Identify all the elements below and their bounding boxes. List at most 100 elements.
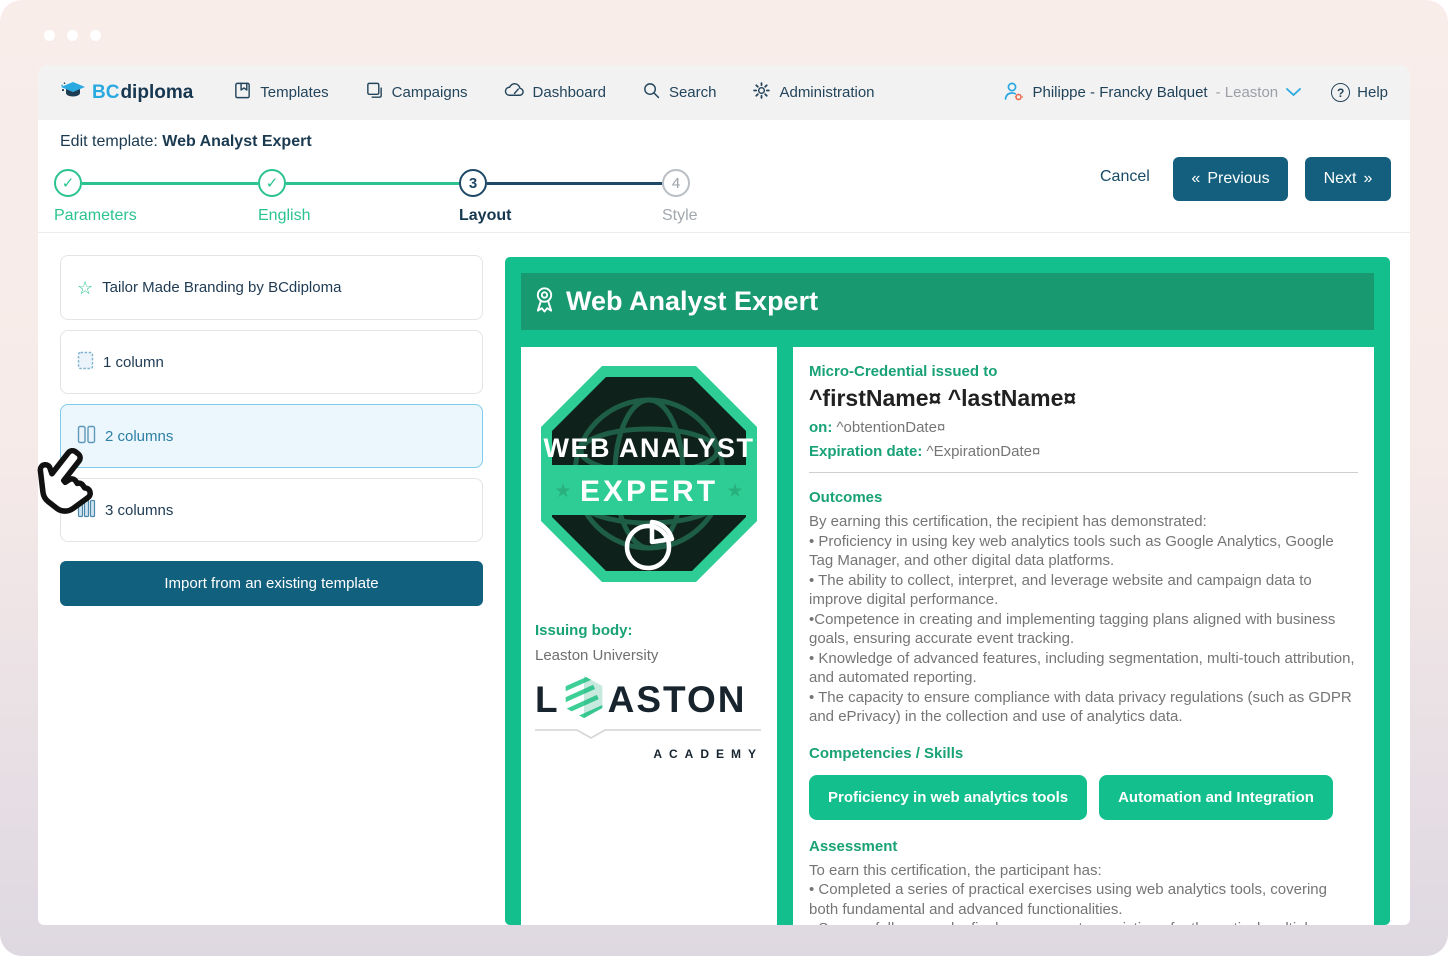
two-columns-icon [77,425,96,448]
import-template-button[interactable]: Import from an existing template [60,561,483,606]
preview-header: Web Analyst Expert [521,273,1374,330]
nav-item-templates[interactable]: Templates [233,81,328,104]
credential-badge: WEB ANALYST ★ ★ EXPERT [536,361,762,592]
stepper-line [487,182,662,185]
gear-icon [752,81,771,104]
check-icon: ✓ [62,174,75,192]
window-dot[interactable] [44,30,55,41]
competency-tag[interactable]: Proficiency in web analytics tools [809,775,1087,820]
nav-item-label: Templates [260,84,328,101]
next-button[interactable]: Next » [1305,157,1391,201]
user-gear-icon [1001,79,1025,107]
star-icon: ☆ [77,279,93,297]
on-value: ^obtentionDate¤ [837,419,946,436]
step-number: 3 [469,175,477,192]
step-label-english[interactable]: English [258,207,310,225]
competency-tag[interactable]: Automation and Integration [1099,775,1333,820]
help-label: Help [1357,84,1388,101]
dashboard-icon [504,81,525,104]
step-label-layout[interactable]: Layout [459,207,511,225]
desktop-background: BC diploma Templates [0,0,1448,956]
nav-right: Philippe - Francky Balquet - Leaston ? H… [1001,79,1389,107]
nav-item-label: Campaigns [392,84,468,101]
option-2-columns[interactable]: 2 columns [60,404,483,468]
step-parameters-circle[interactable]: ✓ [54,169,82,197]
app-window: BC diploma Templates [38,65,1410,925]
campaigns-icon [365,81,384,104]
next-label: Next [1324,170,1357,188]
cancel-button[interactable]: Cancel [1100,168,1150,186]
step-number: 4 [672,175,680,192]
edit-template-prefix: Edit template: [60,133,162,150]
window-dot[interactable] [67,30,78,41]
page-title: Edit template: Web Analyst Expert [60,133,312,151]
competency-tags: Proficiency in web analytics tools Autom… [809,775,1358,820]
bcdiploma-logo[interactable]: BC diploma [60,80,193,105]
option-label: 2 columns [105,428,173,445]
nav-item-dashboard[interactable]: Dashboard [504,81,606,104]
check-icon: ✓ [266,174,279,192]
stepper-line [82,182,258,185]
step-label-style[interactable]: Style [662,207,698,225]
assessment-heading: Assessment [809,838,1358,855]
step-layout-circle[interactable]: 3 [459,169,487,197]
option-tailor-made-branding[interactable]: ☆ Tailor Made Branding by BCdiploma [60,255,483,320]
help-button[interactable]: ? Help [1331,83,1388,102]
preview-title: Web Analyst Expert [566,286,818,317]
nav-item-label: Dashboard [533,84,606,101]
step-label-parameters[interactable]: Parameters [54,207,137,225]
search-icon [642,81,661,104]
user-org: - Leaston [1216,84,1279,101]
option-label: 3 columns [105,502,173,519]
user-name: Philippe - Francky Balquet [1033,84,1208,101]
window-dot[interactable] [90,30,101,41]
option-label: 1 column [103,354,164,371]
obtention-date-line: on: ^obtentionDate¤ [809,419,1358,436]
logo-word-aston: ASTON [608,679,747,721]
nav-item-label: Search [669,84,717,101]
nav-items: Templates Campaigns [233,81,874,104]
issued-to-heading: Micro-Credential issued to [809,363,1358,380]
option-3-columns[interactable]: 3 columns [60,478,483,542]
preview-columns: WEB ANALYST ★ ★ EXPERT Issuing body: [521,347,1374,925]
chevron-down-icon [1286,84,1301,101]
stepper-line [286,182,459,185]
logo-ribbon-line [535,727,763,745]
window-controls[interactable] [44,30,101,41]
outcomes-heading: Outcomes [809,489,1358,506]
one-column-icon [77,351,94,374]
question-mark-icon: ? [1331,83,1350,102]
badge-line1: WEB ANALYST [543,433,754,463]
expiration-value: ^ExpirationDate¤ [927,443,1041,460]
issuing-body-name: Leaston University [535,647,777,664]
badge-line2: EXPERT [580,475,718,508]
user-menu[interactable]: Philippe - Francky Balquet - Leaston [1001,79,1302,107]
logo-hexagon-icon [562,674,606,725]
step-style-circle[interactable]: 4 [662,169,690,197]
medal-icon [531,285,558,319]
step-english-circle[interactable]: ✓ [258,169,286,197]
template-preview: Web Analyst Expert [505,257,1390,925]
chevrons-right-icon: » [1364,170,1373,188]
previous-button[interactable]: « Previous [1173,157,1288,201]
badge-star-right: ★ [726,481,743,502]
expiration-label: Expiration date: [809,443,922,460]
nav-item-campaigns[interactable]: Campaigns [365,81,468,104]
nav-item-label: Administration [779,84,874,101]
leaston-academy-logo: L [535,674,763,761]
template-name: Web Analyst Expert [162,133,311,150]
previous-label: Previous [1207,170,1269,188]
nav-item-search[interactable]: Search [642,81,717,104]
option-label: Tailor Made Branding by BCdiploma [102,279,341,296]
graduation-cap-icon [60,80,86,105]
nav-item-administration[interactable]: Administration [752,81,874,104]
brand-bc: BC [92,82,119,104]
top-navbar: BC diploma Templates [38,65,1410,120]
credential-divider [809,472,1358,473]
option-1-column[interactable]: 1 column [60,330,483,394]
logo-word-academy: ACADEMY [535,747,763,761]
chevrons-left-icon: « [1191,170,1200,188]
competencies-heading: Competencies / Skills [809,745,1358,762]
preview-left-column: WEB ANALYST ★ ★ EXPERT Issuing body: [521,347,777,925]
templates-icon [233,81,252,104]
